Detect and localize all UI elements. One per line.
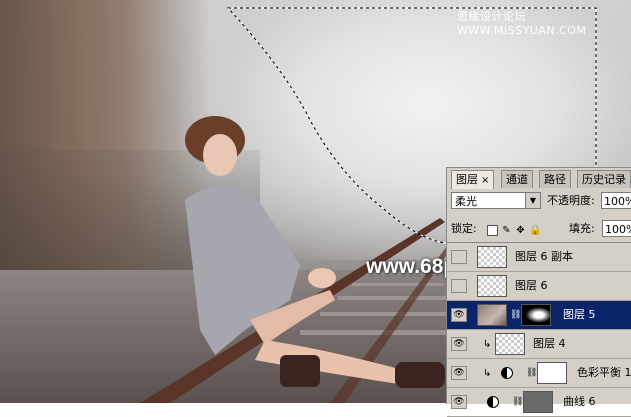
opacity-input[interactable]: 100% (601, 192, 631, 209)
tab-history[interactable]: 历史记录 (577, 170, 631, 188)
clip-arrow-icon: ↳ (483, 339, 492, 350)
opacity-label: 不透明度: (547, 194, 595, 207)
eye-icon[interactable]: 👁 (451, 337, 467, 351)
fill-input[interactable]: 100% (602, 220, 631, 237)
layer-row[interactable]: 图层 6 (447, 272, 631, 301)
adjustment-icon (501, 367, 513, 379)
link-icon[interactable]: ⛓ (510, 310, 521, 320)
visibility-toggle[interactable] (451, 279, 467, 293)
link-icon[interactable]: ⛓ (512, 397, 523, 407)
layer-thumbnail (477, 246, 507, 268)
clip-arrow-icon: ↳ (483, 368, 492, 379)
chevron-down-icon[interactable]: ▼ (525, 193, 540, 208)
tab-paths-label: 路径 (544, 173, 566, 186)
layer-row-selected[interactable]: 👁 ⛓ 图层 5 (447, 301, 631, 330)
tab-history-label: 历史记录 (582, 173, 626, 186)
girl-figure (185, 116, 445, 388)
lock-paint-icon[interactable]: ✎ (501, 225, 512, 236)
layer-row[interactable]: 👁 ↳ ⛓ 色彩平衡 1 (447, 359, 631, 388)
layer-name: 曲线 6 (563, 395, 596, 408)
fill-label: 填充: (569, 222, 595, 235)
layer-row[interactable]: 图层 6 副本 (447, 243, 631, 272)
lock-transparent-icon[interactable] (487, 224, 498, 236)
eye-icon[interactable]: 👁 (451, 366, 467, 380)
blend-mode-select[interactable]: 柔光 ▼ (451, 192, 541, 209)
lock-all-icon[interactable]: 🔒 (529, 225, 541, 236)
layer-name: 色彩平衡 1 (577, 366, 631, 379)
panel-tabs: 图层 × 通道 路径 历史记录 (447, 170, 631, 189)
layer-thumbnail (477, 275, 507, 297)
layers-panel: 图层× 通道 路径 历史记录 柔光 ▼ 不透明度: 100% 锁定: ✎✥🔒 填… (446, 167, 631, 417)
brand-watermark: 思缘设计论坛 WWW.MISSYUAN.COM (457, 10, 587, 37)
tab-paths[interactable]: 路径 (539, 170, 571, 188)
eye-icon[interactable]: 👁 (451, 395, 467, 409)
layer-thumbnail (495, 333, 525, 355)
link-icon[interactable]: ⛓ (526, 368, 537, 378)
eye-icon[interactable]: 👁 (451, 308, 467, 322)
layer-name: 图层 6 (515, 279, 548, 292)
tab-channels-label: 通道 (506, 173, 528, 186)
layer-thumbnail (477, 304, 507, 326)
layer-name: 图层 5 (563, 308, 596, 321)
layer-row[interactable]: 👁 ↳ 图层 4 (447, 330, 631, 359)
mask-thumbnail[interactable] (521, 304, 551, 326)
visibility-toggle[interactable] (451, 250, 467, 264)
tab-layers-label: 图层 (456, 173, 478, 186)
lock-label: 锁定: (451, 222, 477, 235)
mask-thumbnail[interactable] (523, 391, 553, 413)
mask-thumbnail[interactable] (537, 362, 567, 384)
blend-mode-value: 柔光 (455, 195, 477, 208)
lock-options: ✎ ✥ 🔒 (487, 223, 543, 236)
lock-move-icon[interactable]: ✥ (515, 225, 526, 236)
close-icon[interactable]: × (481, 175, 489, 186)
tab-layers[interactable]: 图层 × (451, 170, 495, 189)
layer-name: 图层 4 (533, 337, 566, 350)
adjustment-icon (487, 396, 499, 408)
layer-name: 图层 6 副本 (515, 250, 573, 263)
tab-channels[interactable]: 通道 (501, 170, 533, 188)
